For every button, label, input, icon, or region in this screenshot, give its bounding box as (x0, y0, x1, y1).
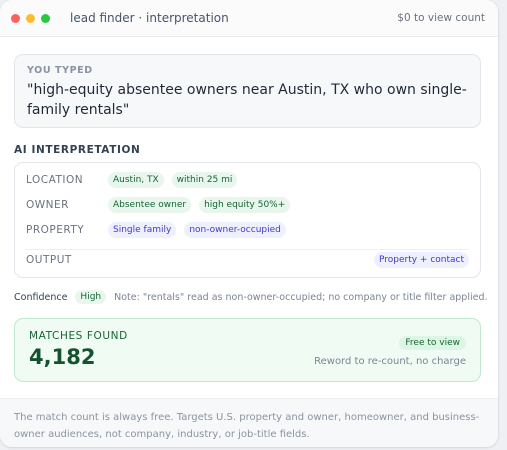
reword-note: Reword to re-count, no charge (314, 356, 466, 367)
location-chip[interactable]: Austin, TX (108, 172, 164, 188)
property-type-chip[interactable]: Single family (108, 222, 177, 238)
interpretation-heading: AI INTERPRETATION (14, 144, 141, 156)
typed-query-text: "high-equity absentee owners near Austin… (27, 82, 467, 118)
divider (26, 249, 469, 250)
interpretation-card: LOCATION Austin, TX within 25 mi OWNER A… (14, 162, 481, 278)
minimize-dot-icon[interactable] (26, 13, 35, 23)
output-label: OUTPUT (26, 254, 72, 266)
output-chip[interactable]: Property + contact (373, 252, 469, 268)
window-title: lead finder · interpretation (70, 11, 229, 25)
confidence-label: Confidence (14, 291, 68, 303)
free-badge: Free to view (399, 336, 466, 350)
typed-query-card: YOU TYPED "high-equity absentee owners n… (14, 54, 481, 128)
location-label: LOCATION (26, 174, 84, 186)
footer-note: The match count is always free. Targets … (0, 398, 498, 447)
title-bar: lead finder · interpretation $0 to view … (0, 0, 498, 37)
property-row: PROPERTY Single family non-owner-occupie… (26, 222, 469, 238)
radius-chip[interactable]: within 25 mi (171, 172, 238, 188)
owner-type-chip[interactable]: Absentee owner (108, 197, 192, 213)
confidence-row: Confidence High Note: "rentals" read as … (14, 290, 488, 304)
location-row: LOCATION Austin, TX within 25 mi (26, 172, 469, 188)
occupancy-chip[interactable]: non-owner-occupied (184, 222, 286, 238)
typed-label: YOU TYPED (27, 65, 93, 76)
app-window: lead finder · interpretation $0 to view … (0, 0, 498, 447)
window-controls (11, 13, 50, 23)
close-dot-icon[interactable] (11, 13, 20, 23)
output-row: OUTPUT Property + contact (26, 252, 469, 268)
owner-label: OWNER (26, 199, 69, 211)
confidence-note: Note: "rentals" read as non-owner-occupi… (114, 291, 488, 303)
confidence-badge: High (75, 290, 107, 304)
property-label: PROPERTY (26, 224, 85, 236)
maximize-dot-icon[interactable] (41, 13, 50, 23)
equity-chip[interactable]: high equity 50%+ (199, 197, 291, 213)
matches-card: MATCHES FOUND 4,182 Free to view Reword … (14, 318, 481, 382)
cost-note: $0 to view count (397, 12, 485, 24)
owner-row: OWNER Absentee owner high equity 50%+ (26, 197, 469, 213)
